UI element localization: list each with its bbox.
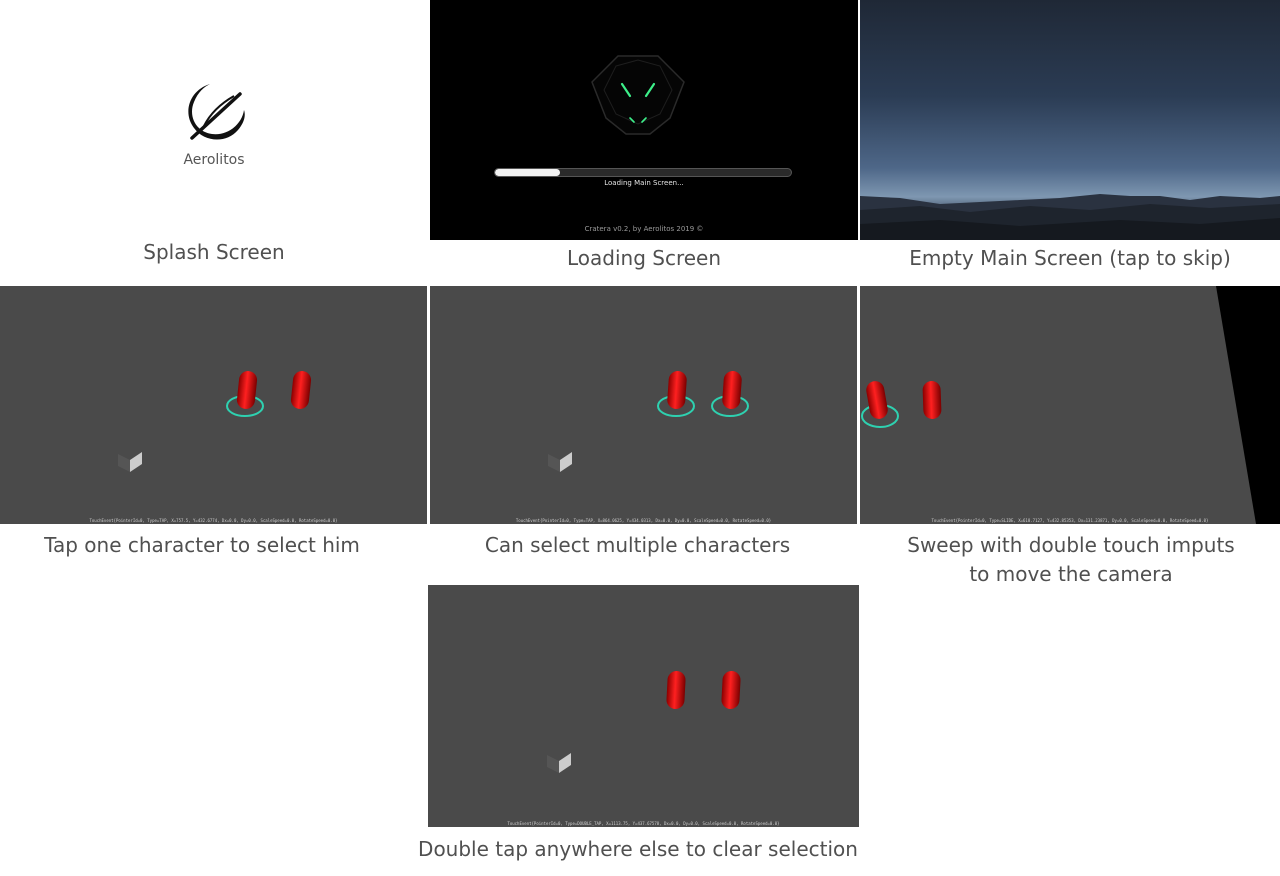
character-capsule[interactable] bbox=[666, 671, 686, 710]
cube-object bbox=[548, 452, 572, 472]
loading-progress-bar bbox=[494, 168, 792, 177]
logo-wordmark: Aerolitos bbox=[183, 152, 245, 168]
aerolitos-logo-icon bbox=[188, 84, 245, 140]
main-caption: Empty Main Screen (tap to skip) bbox=[909, 246, 1231, 270]
sweep-caption-line1: Sweep with double touch imputs bbox=[907, 533, 1235, 557]
clear-caption: Double tap anywhere else to clear select… bbox=[418, 837, 858, 861]
loading-screen-panel: Loading Main Screen... Cratera v0.2, by … bbox=[430, 0, 858, 240]
character-capsule[interactable] bbox=[721, 671, 741, 710]
version-text: Cratera v0.2, by Aerolitos 2019 © bbox=[584, 225, 704, 233]
helmet-emblem-icon bbox=[591, 55, 685, 135]
mountain-horizon bbox=[860, 194, 1280, 240]
debug-touch-readout: TouchEvent{PointerId=0, Type=SLIDE, X=61… bbox=[931, 518, 1209, 523]
loading-progress-fill bbox=[495, 169, 561, 176]
sweep-caption-line2: to move the camera bbox=[969, 562, 1173, 586]
debug-touch-readout: TouchEvent{PointerId=0, Type=TAP, X=757.… bbox=[89, 518, 338, 523]
loading-caption: Loading Screen bbox=[566, 246, 722, 270]
character-capsule[interactable] bbox=[236, 370, 258, 410]
tap-select-caption: Tap one character to select him bbox=[44, 533, 360, 557]
cube-object bbox=[547, 753, 571, 773]
character-capsule[interactable] bbox=[922, 381, 942, 420]
multi-select-view[interactable]: TouchEvent{PointerId=0, Type=TAP, X=864.… bbox=[430, 286, 857, 524]
main-screen-panel[interactable] bbox=[860, 0, 1280, 240]
character-capsule[interactable] bbox=[290, 370, 312, 410]
character-capsule[interactable] bbox=[667, 370, 688, 409]
void-edge bbox=[1216, 286, 1280, 524]
debug-touch-readout: TouchEvent{PointerId=0, Type=DOUBLE_TAP,… bbox=[507, 821, 780, 826]
debug-touch-readout: TouchEvent{PointerId=0, Type=TAP, X=864.… bbox=[515, 518, 772, 523]
cube-object bbox=[118, 452, 142, 472]
loading-status-text: Loading Main Screen... bbox=[604, 179, 684, 187]
splash-screen-panel: Aerolitos bbox=[0, 0, 428, 240]
character-capsule[interactable] bbox=[865, 380, 889, 421]
multi-select-caption: Can select multiple characters bbox=[484, 533, 791, 557]
clear-selection-view[interactable]: TouchEvent{PointerId=0, Type=DOUBLE_TAP,… bbox=[428, 585, 859, 827]
sweep-camera-view[interactable]: TouchEvent{PointerId=0, Type=SLIDE, X=61… bbox=[860, 286, 1280, 524]
splash-caption: Splash Screen bbox=[143, 240, 285, 264]
tap-select-view[interactable]: TouchEvent{PointerId=0, Type=TAP, X=757.… bbox=[0, 286, 427, 524]
character-capsule[interactable] bbox=[722, 370, 743, 409]
